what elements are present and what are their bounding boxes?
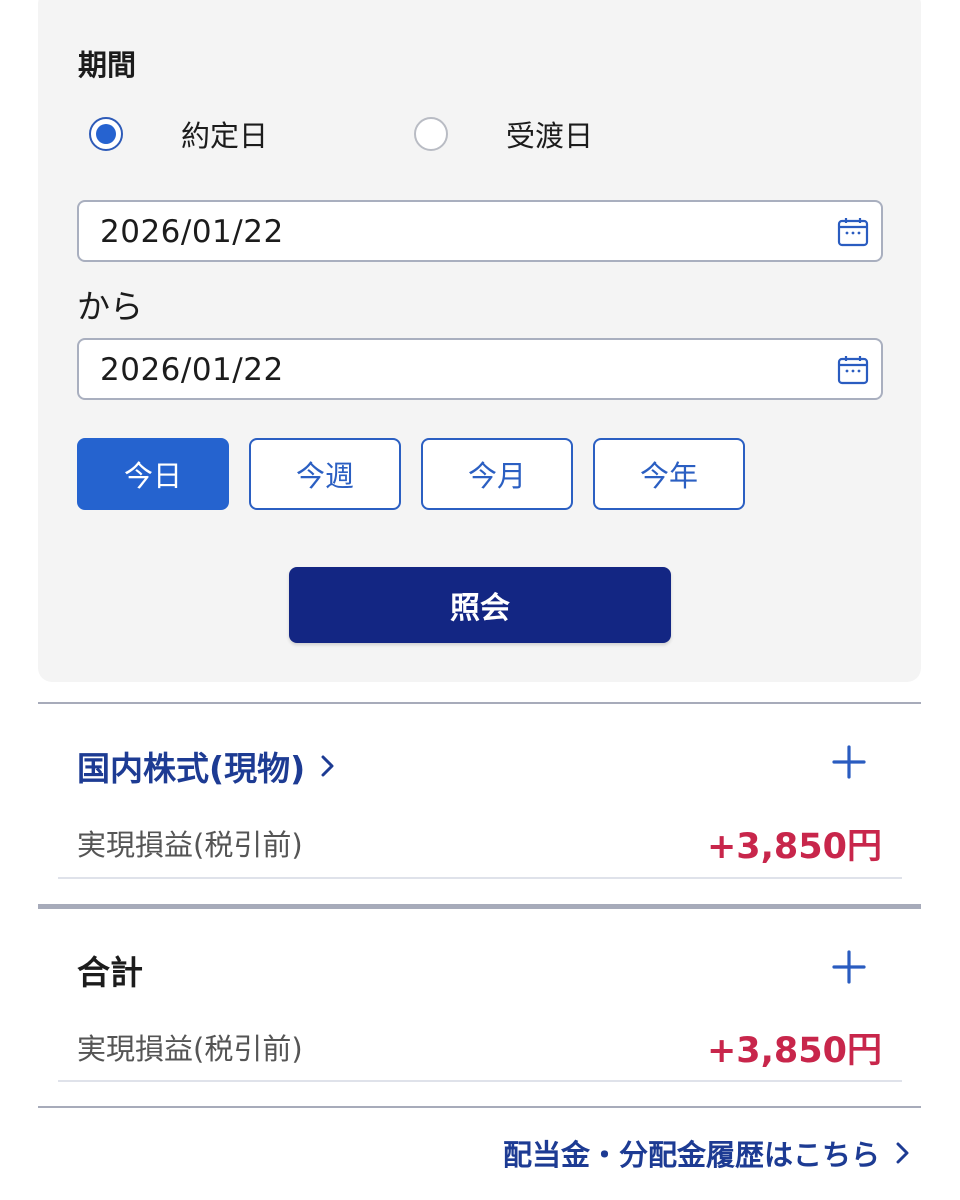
dividend-history-label: 配当金・分配金履歴はこちら — [502, 1138, 880, 1172]
this-week-button[interactable]: 今週 — [249, 438, 401, 510]
radio-settlement-date[interactable]: 受渡日 — [414, 114, 593, 154]
section-divider — [38, 904, 921, 909]
radio-trade-date-label: 約定日 — [181, 119, 269, 153]
dividend-history-link[interactable]: 配当金・分配金履歴はこちら — [503, 1132, 914, 1174]
calendar-icon[interactable] — [837, 216, 869, 248]
radio-settlement-date-label: 受渡日 — [506, 119, 594, 153]
row-divider — [58, 1080, 902, 1082]
from-date-value: 2026/01/22 — [100, 214, 284, 250]
row-divider — [58, 877, 902, 879]
chevron-right-icon — [321, 755, 334, 777]
chevron-right-icon — [896, 1142, 909, 1164]
domestic-stocks-link[interactable]: 国内株式(現物) — [77, 742, 339, 790]
total-realized-pl-value: +3,850円 — [706, 1031, 882, 1071]
domestic-realized-pl-label: 実現損益(税引前) — [77, 828, 303, 862]
total-realized-pl-label: 実現損益(税引前) — [77, 1032, 303, 1066]
to-date-value: 2026/01/22 — [100, 352, 284, 388]
date-range-separator: から — [77, 287, 143, 326]
today-button[interactable]: 今日 — [77, 438, 229, 510]
this-year-button[interactable]: 今年 — [593, 438, 745, 510]
plus-icon[interactable] — [832, 950, 866, 984]
total-title: 合計 — [77, 953, 143, 992]
period-title: 期間 — [78, 48, 137, 82]
section-divider — [38, 702, 921, 704]
to-date-field[interactable]: 2026/01/22 — [77, 338, 883, 400]
from-date-field[interactable]: 2026/01/22 — [77, 200, 883, 262]
radio-settlement-date-indicator[interactable] — [414, 117, 448, 151]
radio-trade-date[interactable]: 約定日 — [89, 114, 268, 154]
section-divider — [38, 1106, 921, 1108]
domestic-realized-pl-value: +3,850円 — [706, 827, 882, 867]
domestic-stocks-title: 国内株式(現物) — [77, 749, 306, 788]
radio-trade-date-indicator[interactable] — [89, 117, 123, 151]
plus-icon[interactable] — [832, 745, 866, 779]
inquiry-button[interactable]: 照会 — [289, 567, 671, 643]
calendar-icon[interactable] — [837, 354, 869, 386]
this-month-button[interactable]: 今月 — [421, 438, 573, 510]
